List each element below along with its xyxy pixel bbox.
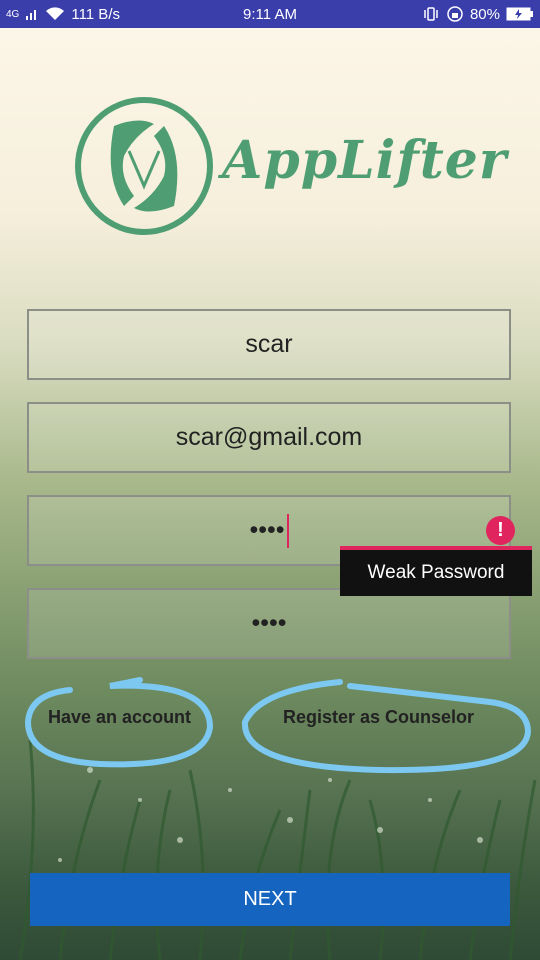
register-counselor-link[interactable]: Register as Counselor — [283, 707, 491, 728]
name-field[interactable]: scar — [27, 309, 511, 380]
email-field[interactable]: scar@gmail.com — [27, 402, 511, 473]
brand-name: AppLifter — [222, 130, 508, 191]
battery-percent: 80% — [469, 5, 500, 23]
vibrate-icon — [424, 7, 438, 21]
next-button[interactable]: NEXT — [30, 873, 510, 926]
clock: 9:11 AM — [243, 5, 297, 23]
battery-icon — [506, 7, 533, 21]
confirm-password-field[interactable]: •••• — [27, 588, 511, 659]
error-icon: ! — [486, 516, 515, 545]
name-value: scar — [245, 330, 293, 358]
have-account-link[interactable]: Have an account — [48, 707, 204, 728]
error-message: Weak Password — [367, 562, 505, 583]
status-bar: 4G 111 B/s 9:11 AM 80% — [0, 0, 540, 28]
error-tooltip: Weak Password — [340, 546, 532, 596]
text-cursor — [286, 513, 289, 548]
confirm-password-value: •••• — [251, 609, 287, 637]
rotation-lock-icon — [447, 6, 463, 22]
password-value: •••• — [249, 516, 285, 544]
email-value: scar@gmail.com — [175, 423, 363, 451]
